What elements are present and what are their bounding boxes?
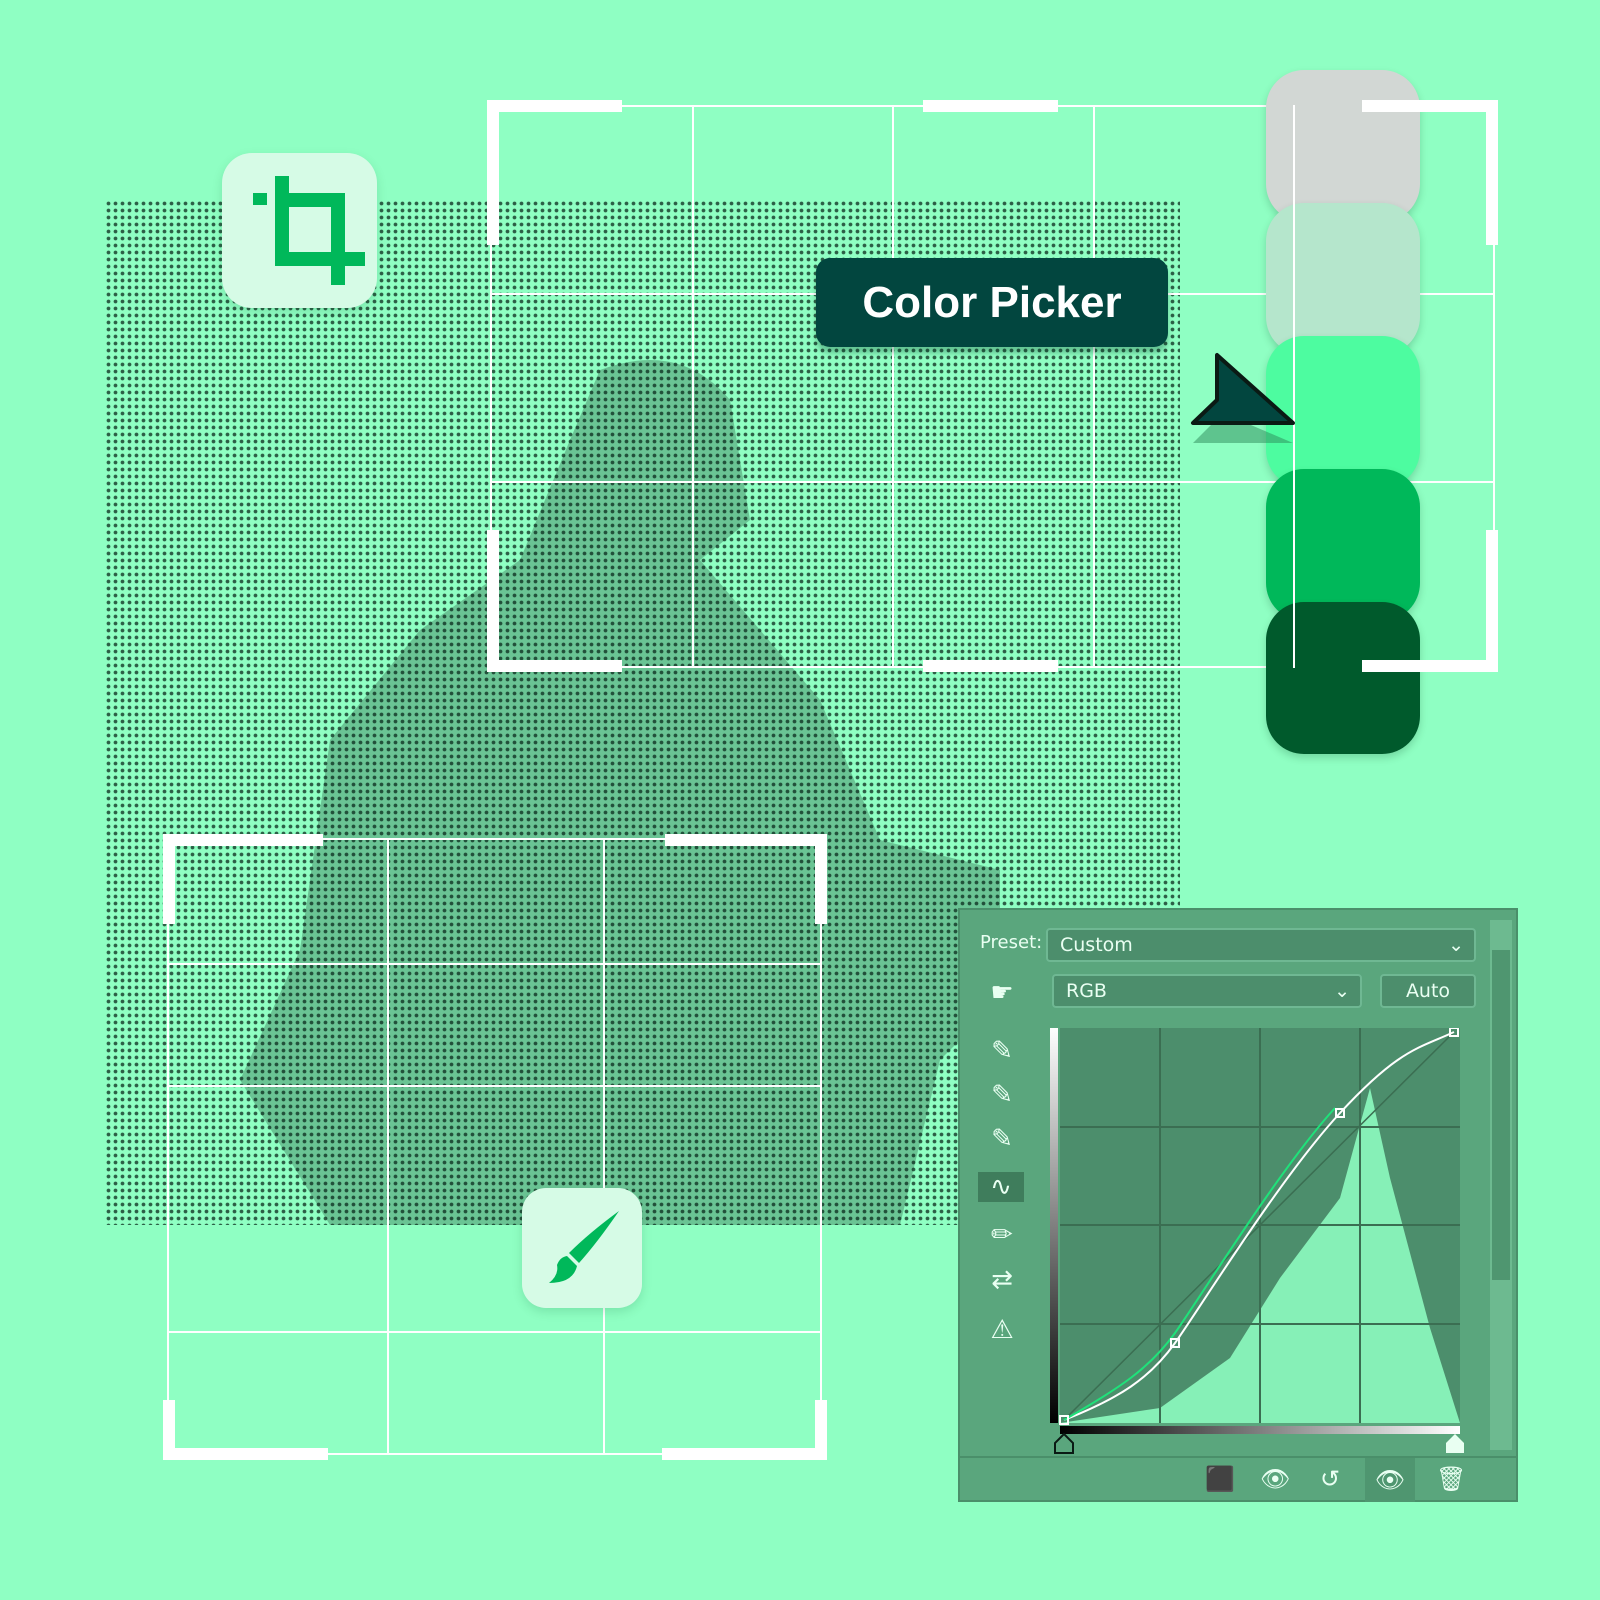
visibility-icon[interactable]: 👁 xyxy=(1365,1458,1415,1502)
clip-to-layer-icon[interactable]: ⬛ xyxy=(1205,1465,1235,1493)
crop-handle[interactable] xyxy=(665,834,825,846)
grid-line xyxy=(167,963,822,965)
color-picker-label: Color Picker xyxy=(816,258,1168,347)
channel-value: RGB xyxy=(1066,980,1107,1002)
preset-dropdown[interactable]: Custom ⌄ xyxy=(1046,928,1476,962)
channel-dropdown[interactable]: RGB ⌄ xyxy=(1052,974,1362,1008)
eyedropper-white-icon[interactable]: ✎ xyxy=(982,1124,1022,1154)
grid-line xyxy=(387,838,389,1455)
auto-button[interactable]: Auto xyxy=(1380,974,1476,1008)
crop-tool-button[interactable] xyxy=(222,153,377,308)
white-point-slider[interactable] xyxy=(1446,1434,1464,1453)
chevron-down-icon: ⌄ xyxy=(1448,934,1464,956)
crop-handle[interactable] xyxy=(1486,100,1498,245)
curve-point-icon[interactable]: ∿ xyxy=(978,1172,1024,1202)
eyedropper-gray-icon[interactable]: ✎ xyxy=(982,1080,1022,1110)
curves-panel: Preset: Custom ⌄ RGB ⌄ Auto ☛ ✎ ✎ ✎ ∿ ✏ ⇄ … xyxy=(958,908,1518,1502)
chevron-down-icon: ⌄ xyxy=(1334,980,1350,1002)
eyedropper-black-icon[interactable]: ✎ xyxy=(982,1036,1022,1066)
crop-grid-bottom[interactable] xyxy=(167,838,822,1455)
grid-line xyxy=(167,1331,822,1333)
color-swatch[interactable] xyxy=(1266,469,1420,621)
grid-line xyxy=(603,838,605,1455)
color-swatch[interactable] xyxy=(1266,203,1420,355)
crop-handle[interactable] xyxy=(163,1448,328,1460)
crop-handle[interactable] xyxy=(1362,660,1498,672)
trash-icon[interactable]: 🗑 xyxy=(1436,1465,1466,1493)
crop-handle[interactable] xyxy=(923,100,1058,112)
pencil-icon[interactable]: ✏ xyxy=(982,1220,1022,1250)
paintbrush-icon xyxy=(549,1211,619,1283)
color-swatch[interactable] xyxy=(1266,602,1420,754)
crop-handle[interactable] xyxy=(487,100,499,245)
preset-label: Preset: xyxy=(980,932,1043,953)
view-previous-icon[interactable]: 👁 xyxy=(1260,1465,1290,1493)
crop-handle[interactable] xyxy=(1362,100,1498,112)
crop-icon xyxy=(252,175,365,285)
scrollbar[interactable] xyxy=(1490,920,1512,1450)
grid-line xyxy=(167,1085,822,1087)
black-point-slider[interactable] xyxy=(1054,1432,1074,1454)
grid-line xyxy=(892,105,894,668)
crop-handle[interactable] xyxy=(815,834,827,924)
crop-handle[interactable] xyxy=(923,660,1058,672)
crop-handle[interactable] xyxy=(487,660,622,672)
crop-handle[interactable] xyxy=(815,1400,827,1460)
crop-handle[interactable] xyxy=(163,834,323,846)
brush-tool-button[interactable] xyxy=(522,1188,642,1308)
grid-line xyxy=(1093,105,1095,668)
crop-handle[interactable] xyxy=(662,1448,827,1460)
crop-handle[interactable] xyxy=(1486,530,1498,672)
grid-line xyxy=(692,105,694,668)
curves-graph[interactable] xyxy=(1050,1028,1470,1468)
reset-icon[interactable]: ↺ xyxy=(1320,1465,1340,1493)
clipping-warning-icon[interactable]: ⚠ xyxy=(982,1315,1022,1345)
crop-handle[interactable] xyxy=(487,100,622,112)
smooth-icon[interactable]: ⇄ xyxy=(982,1265,1022,1295)
color-swatch[interactable] xyxy=(1266,70,1420,222)
crop-handle[interactable] xyxy=(487,530,499,672)
preset-value: Custom xyxy=(1060,934,1133,956)
crop-handle[interactable] xyxy=(163,834,175,924)
cursor-arrow-icon xyxy=(1191,353,1295,443)
on-image-adjust-icon[interactable]: ☛ xyxy=(982,978,1022,1008)
